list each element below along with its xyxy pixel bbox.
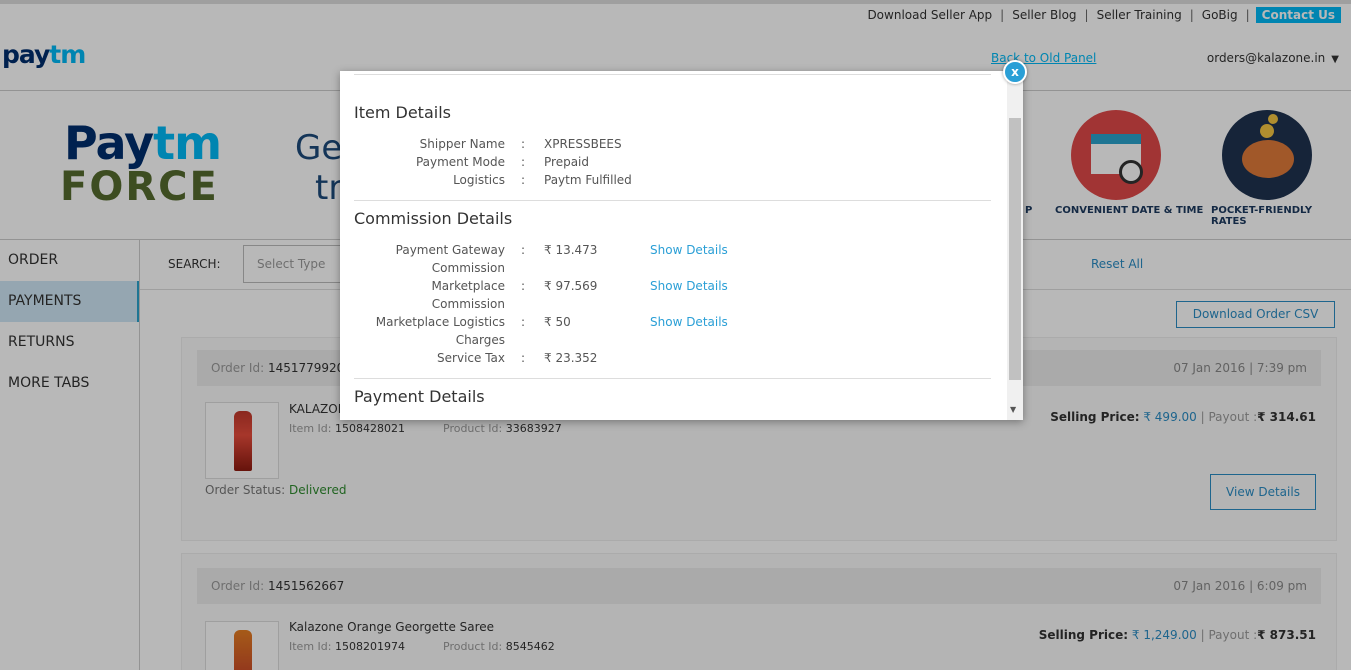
close-icon[interactable]: x: [1003, 60, 1027, 84]
item-details-title: Item Details: [354, 103, 451, 122]
modal-content: Item Details Shipper Name : XPRESSBEES P…: [354, 71, 991, 420]
divider: [354, 378, 991, 379]
show-details-link[interactable]: Show Details: [650, 277, 728, 295]
show-details-link[interactable]: Show Details: [650, 241, 728, 259]
modal-scrollbar-thumb[interactable]: [1009, 118, 1021, 380]
scroll-down-arrow-icon[interactable]: ▼: [1010, 405, 1016, 414]
divider: [354, 200, 991, 201]
show-details-link[interactable]: Show Details: [650, 313, 728, 331]
payment-details-title: Payment Details: [354, 387, 485, 406]
order-details-modal: Item Details Shipper Name : XPRESSBEES P…: [340, 71, 1023, 420]
commission-details-title: Commission Details: [354, 209, 513, 228]
divider: [354, 74, 991, 75]
